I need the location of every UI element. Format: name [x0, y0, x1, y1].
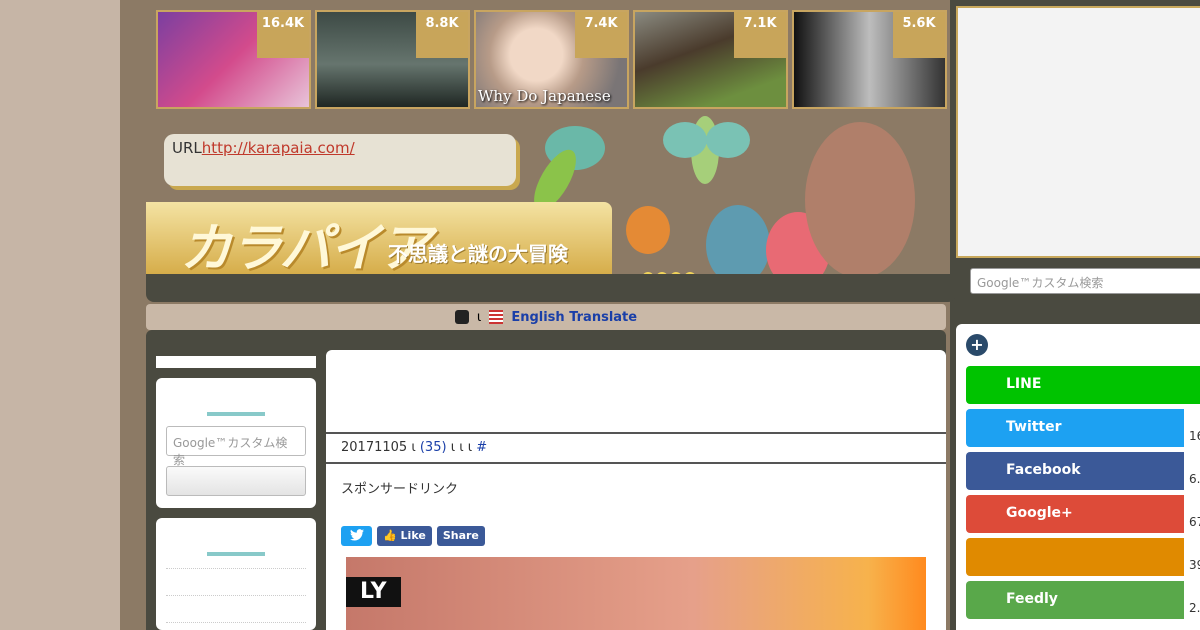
article-title[interactable]	[326, 350, 946, 432]
facebook-count-button[interactable]: Facebook 6.	[966, 452, 1200, 490]
twitter-share-button[interactable]	[341, 526, 372, 546]
thumbnail-5[interactable]: 5.6K	[792, 10, 947, 109]
thumbnail-4[interactable]: 7.1K	[633, 10, 788, 109]
ad-slot[interactable]	[956, 6, 1200, 258]
thumbnail-1[interactable]: 16.4K	[156, 10, 311, 109]
site-url-link[interactable]: http://karapaia.com/	[202, 139, 355, 157]
article: 20171105 ι (35) ι ι ι # スポンサードリンク 👍 Like…	[326, 350, 946, 630]
share-label: Twitter	[1006, 419, 1062, 435]
url-box: URLhttp://karapaia.com/	[164, 134, 516, 186]
share-count: 39	[1184, 538, 1200, 576]
feedly-count-button[interactable]: Feedly 2.	[966, 581, 1200, 619]
translate-bar: ι English Translate	[146, 304, 946, 330]
article-video[interactable]: LY	[346, 557, 926, 630]
globe-icon[interactable]	[454, 310, 469, 324]
english-translate-link[interactable]: English Translate	[511, 310, 637, 325]
popular-thumbnails: 16.4K 8.8K 7.4K Why Do Japanese 7.1K 5.6…	[156, 10, 948, 109]
share-label: Google+	[1006, 505, 1073, 521]
meta-separators: ι ι ι	[450, 440, 473, 455]
left-background	[0, 0, 120, 630]
url-label: URL	[172, 139, 202, 157]
share-count: 16	[1184, 409, 1200, 447]
view-count: 16.4K	[257, 12, 309, 58]
twitter-count-button[interactable]: Twitter 16	[966, 409, 1200, 447]
view-count: 7.4K	[575, 12, 627, 58]
meta-separator: ι	[411, 440, 416, 455]
like-label: Like	[400, 529, 426, 542]
sponsored-link-label: スポンサードリンク	[341, 482, 459, 497]
comment-count-link[interactable]: (35)	[420, 440, 447, 455]
facebook-share-button[interactable]: Share	[436, 526, 485, 546]
share-count: 2.	[1184, 581, 1200, 619]
hatena-count-button[interactable]: 39	[966, 538, 1200, 576]
right-search-input[interactable]: Google™カスタム検索	[970, 268, 1200, 294]
view-count: 8.8K	[416, 12, 468, 58]
thumbs-up-icon: 👍	[383, 529, 397, 542]
post-date: 20171105	[341, 440, 408, 455]
thumbnail-caption: Why Do Japanese	[478, 87, 611, 105]
video-channel-tag: LY	[346, 577, 401, 607]
line-share-button[interactable]: LINE	[966, 366, 1200, 404]
sidebar-top-bar	[156, 356, 316, 368]
logo-tagline: 不思議と謎の大冒険	[388, 242, 568, 266]
site-logo[interactable]: カラパイア 不思議と謎の大冒険	[146, 202, 612, 279]
share-buttons: 👍 Like Share	[341, 526, 485, 546]
article-meta: 20171105 ι (35) ι ι ι #	[326, 432, 946, 464]
list-divider	[166, 622, 306, 623]
view-count: 7.1K	[734, 12, 786, 58]
permalink-hash[interactable]: #	[476, 440, 487, 455]
share-count: 67	[1184, 495, 1200, 533]
thumbnail-3[interactable]: 7.4K Why Do Japanese	[474, 10, 629, 109]
us-flag-icon	[489, 310, 504, 324]
plus-icon[interactable]: +	[966, 334, 988, 356]
twitter-bird-icon	[349, 529, 364, 541]
thumbnail-2[interactable]: 8.8K	[315, 10, 470, 109]
sidebar-search-input[interactable]: Google™カスタム検索	[166, 426, 306, 467]
separator: ι	[476, 309, 482, 325]
share-label: Facebook	[1006, 462, 1081, 478]
facebook-like-button[interactable]: 👍 Like	[377, 526, 432, 546]
googleplus-count-button[interactable]: Google+ 67	[966, 495, 1200, 533]
sidebar-search-card: Google™カスタム検索	[156, 378, 316, 508]
share-label: LINE	[1006, 376, 1042, 392]
share-count: 6.	[1184, 452, 1200, 490]
share-label: Feedly	[1006, 591, 1058, 607]
sidebar-list-card	[156, 518, 316, 630]
nav-bar	[146, 274, 956, 302]
view-count: 5.6K	[893, 12, 945, 58]
sidebar-search-button[interactable]	[166, 466, 306, 496]
